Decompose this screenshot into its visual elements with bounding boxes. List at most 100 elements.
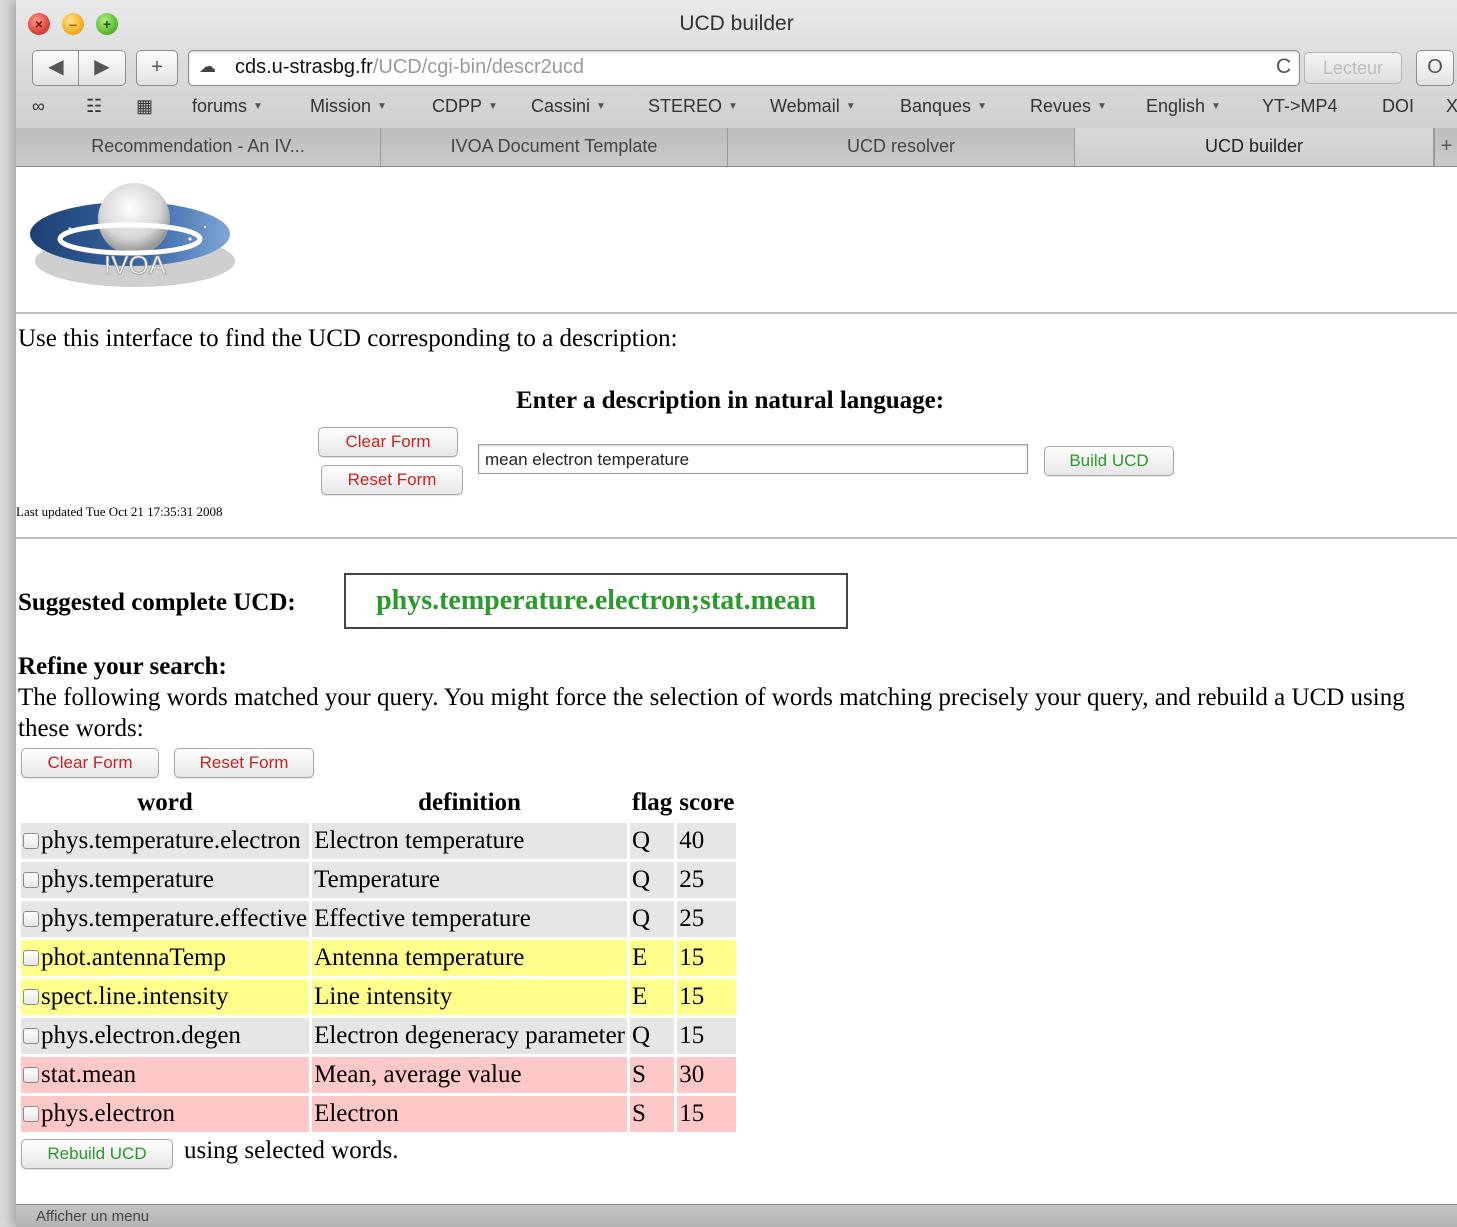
column-header-flag: flag	[632, 789, 673, 816]
intro-text: Use this interface to find the UCD corre…	[18, 325, 678, 352]
word-checkbox[interactable]	[23, 989, 39, 1005]
grid-icon[interactable]: ▦	[136, 96, 153, 117]
cell-score: 30	[677, 1057, 737, 1093]
word-text: phot.antennaTemp	[41, 944, 226, 971]
bookmark-webmail[interactable]: Webmail ▼	[770, 96, 856, 117]
clear-form-button[interactable]: Clear Form	[318, 427, 458, 457]
word-checkbox[interactable]	[23, 950, 39, 966]
bookmark-cassini[interactable]: Cassini ▼	[531, 96, 606, 117]
cell-word: phys.electron	[21, 1096, 310, 1132]
cell-score: 40	[677, 823, 737, 859]
book-icon[interactable]: ☷	[86, 96, 102, 117]
description-input[interactable]: mean electron temperature	[478, 444, 1028, 474]
bookmark-cdpp[interactable]: CDPP ▼	[432, 96, 498, 117]
plus-icon: +	[1440, 135, 1453, 157]
word-text: phys.electron	[41, 1100, 175, 1127]
word-text: phys.temperature.electron	[41, 827, 301, 854]
build-ucd-button[interactable]: Build UCD	[1044, 446, 1174, 476]
bookmark-overflow[interactable]: X	[1446, 96, 1457, 117]
bookmark-revues[interactable]: Revues ▼	[1030, 96, 1107, 117]
status-bar: Afficher un menu	[16, 1204, 1457, 1227]
download-button[interactable]: O	[1416, 50, 1454, 86]
chevron-down-icon: ▼	[488, 101, 498, 112]
tab-ivoa-template[interactable]: IVOA Document Template	[381, 128, 728, 166]
cell-word: phys.electron.degen	[21, 1018, 310, 1054]
table-row: phot.antennaTemp Antenna temperature E 15	[21, 940, 737, 976]
reader-button[interactable]: Lecteur	[1304, 52, 1402, 84]
refine-reset-form-button[interactable]: Reset Form	[174, 748, 314, 778]
column-header-definition: definition	[418, 789, 521, 816]
cell-definition: Electron	[312, 1096, 627, 1132]
refine-clear-form-button[interactable]: Clear Form	[21, 748, 159, 778]
bookmark-label: English	[1146, 96, 1206, 116]
word-checkbox[interactable]	[23, 1106, 39, 1122]
cell-flag: Q	[630, 862, 675, 898]
table-row: phys.electron Electron S 15	[21, 1096, 737, 1132]
refine-description: The following words matched your query. …	[18, 684, 1405, 742]
bookmark-forums[interactable]: forums ▼	[192, 96, 263, 117]
cell-definition: Antenna temperature	[312, 940, 627, 976]
url-text: cds.u-strasbg.fr/UCD/cgi-bin/descr2ucd	[235, 56, 584, 79]
new-tab-button[interactable]: +	[1434, 128, 1457, 166]
word-text: stat.mean	[41, 1061, 137, 1088]
rebuild-suffix-text: using selected words.	[184, 1137, 399, 1164]
column-header-score: score	[679, 789, 735, 816]
word-text: phys.temperature.effective	[41, 905, 308, 932]
reload-icon[interactable]: C	[1276, 55, 1291, 79]
cell-definition: Line intensity	[312, 979, 627, 1015]
url-path: /UCD/cgi-bin/descr2ucd	[372, 56, 585, 78]
tab-ucd-builder[interactable]: UCD builder	[1075, 128, 1434, 166]
url-host: cds.u-strasbg.fr	[235, 56, 373, 78]
description-heading: Enter a description in natural language:	[516, 387, 945, 414]
add-bookmark-button[interactable]: +	[136, 50, 178, 86]
word-checkbox[interactable]	[23, 872, 39, 888]
divider	[16, 312, 1457, 314]
status-text: Afficher un menu	[36, 1208, 150, 1225]
last-updated: Last updated Tue Oct 21 17:35:31 2008	[16, 504, 223, 519]
bookmark-label: Banques	[900, 96, 972, 116]
bookmark-stereo[interactable]: STEREO ▼	[648, 96, 738, 117]
suggested-ucd-value: phys.temperature.electron;stat.mean	[344, 573, 848, 629]
reading-list-icon[interactable]: ∞	[32, 96, 45, 117]
word-text: phys.electron.degen	[41, 1022, 241, 1049]
logo-text: IVOA	[104, 250, 167, 280]
chevron-down-icon: ▼	[1211, 101, 1221, 112]
forward-button[interactable]: ▶	[78, 50, 126, 86]
cell-flag: S	[630, 1096, 675, 1132]
site-icon: ☁	[199, 57, 216, 76]
rebuild-ucd-button[interactable]: Rebuild UCD	[21, 1139, 173, 1169]
tab-recommendation[interactable]: Recommendation - An IV...	[16, 128, 381, 166]
word-checkbox[interactable]	[23, 1067, 39, 1083]
cell-word: stat.mean	[21, 1057, 310, 1093]
bookmark-mission[interactable]: Mission ▼	[310, 96, 387, 117]
cell-word: phot.antennaTemp	[21, 940, 310, 976]
bookmark-label: Cassini	[531, 96, 591, 116]
cell-score: 15	[677, 1096, 737, 1132]
bookmark-yt-mp4[interactable]: YT->MP4	[1262, 96, 1338, 117]
bookmark-banques[interactable]: Banques ▼	[900, 96, 987, 117]
chevron-down-icon: ▼	[1097, 101, 1107, 112]
cell-score: 15	[677, 1018, 737, 1054]
chevron-down-icon: ▼	[845, 101, 856, 112]
word-checkbox[interactable]	[23, 911, 39, 927]
page-content: IVOA Use this interface to find the UCD …	[16, 167, 1457, 1204]
cell-score: 15	[677, 979, 737, 1015]
address-bar[interactable]: ☁ cds.u-strasbg.fr/UCD/cgi-bin/descr2ucd…	[188, 50, 1300, 86]
bookmark-doi[interactable]: DOI	[1382, 96, 1414, 117]
ivoa-logo[interactable]: IVOA	[30, 179, 240, 296]
back-icon: ◀	[48, 56, 64, 78]
tab-ucd-resolver[interactable]: UCD resolver	[728, 128, 1075, 166]
suggested-ucd-label: Suggested complete UCD:	[18, 589, 296, 616]
bookmark-english[interactable]: English ▼	[1146, 96, 1221, 117]
divider	[16, 537, 1457, 539]
word-checkbox[interactable]	[23, 833, 39, 849]
cell-word: spect.line.intensity	[21, 979, 310, 1015]
cell-flag: Q	[630, 1018, 675, 1054]
reset-form-button[interactable]: Reset Form	[321, 465, 463, 495]
word-table: word definition flag score phys.temperat…	[18, 783, 739, 1135]
word-checkbox[interactable]	[23, 1028, 39, 1044]
cell-score: 25	[677, 901, 737, 937]
back-button[interactable]: ◀	[32, 50, 80, 86]
cell-flag: Q	[630, 823, 675, 859]
table-header-row: word definition flag score	[21, 786, 736, 820]
